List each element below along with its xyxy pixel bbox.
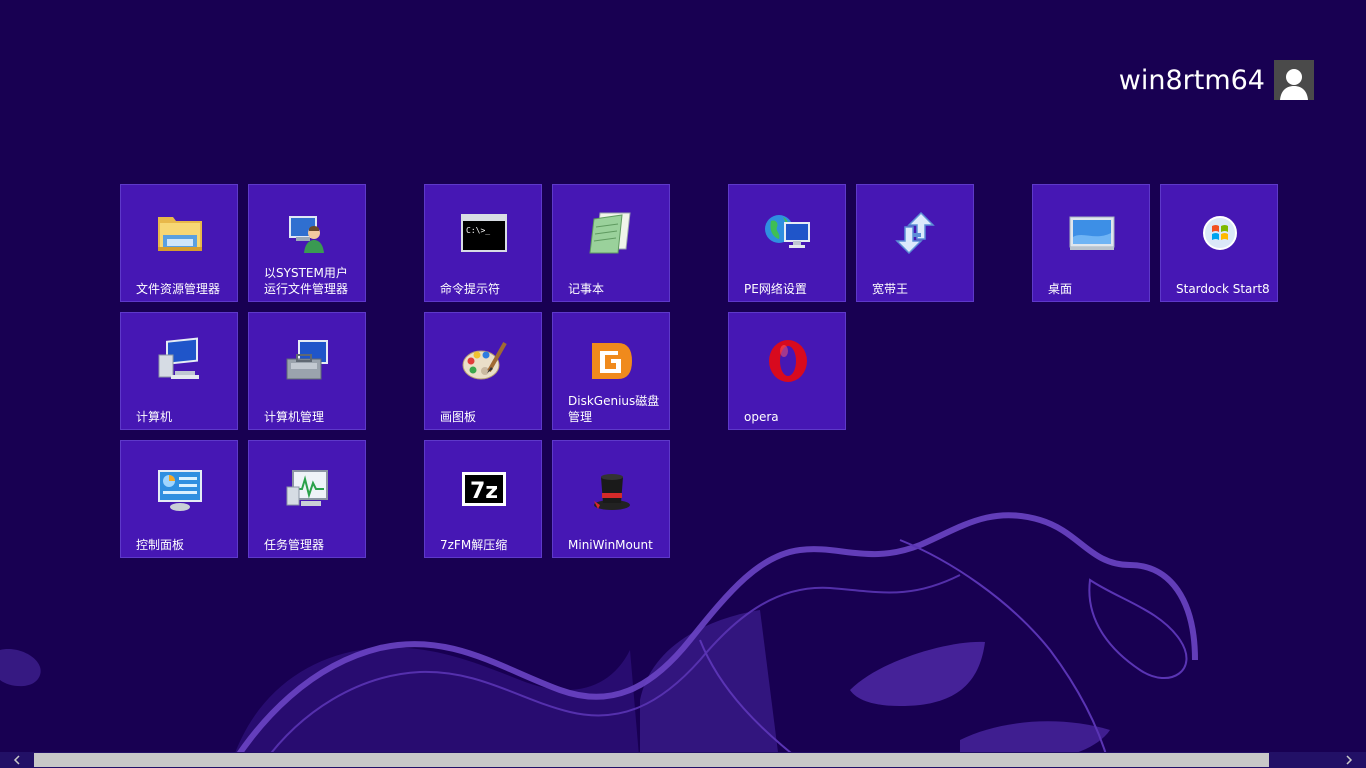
tile-paint[interactable]: 画图板: [424, 312, 542, 430]
7zip-icon: 7z: [457, 465, 511, 513]
7zip-logo-text: 7z: [470, 479, 498, 504]
tile-label: 以SYSTEM用户 运行文件管理器: [264, 266, 349, 296]
miniwinmount-icon: [585, 465, 639, 513]
tile-label: MiniWinMount: [568, 538, 653, 552]
chevron-left-icon: [13, 755, 20, 765]
tile-broadband[interactable]: 宽带王: [856, 184, 974, 302]
tile-label: PE网络设置: [744, 282, 807, 296]
tile-label: 7zFM解压缩: [440, 538, 508, 552]
tile-label: DiskGenius磁盘 管理: [568, 394, 660, 424]
chevron-right-icon: [1346, 755, 1353, 765]
tile-desktop[interactable]: 桌面: [1032, 184, 1150, 302]
tile-computer[interactable]: 计算机: [120, 312, 238, 430]
tile-stardock-start8[interactable]: Stardock Start8: [1160, 184, 1278, 302]
cmd-prompt-text: C:\>_: [466, 226, 490, 235]
control-panel-icon: [153, 465, 207, 513]
tile-system-file-manager[interactable]: 以SYSTEM用户 运行文件管理器: [248, 184, 366, 302]
tile-computer-management[interactable]: 计算机管理: [248, 312, 366, 430]
tile-label: 宽带王: [872, 282, 909, 296]
tile-label: 文件资源管理器: [136, 282, 221, 296]
tile-miniwinmount[interactable]: MiniWinMount: [552, 440, 670, 558]
tile-diskgenius[interactable]: DiskGenius磁盘 管理: [552, 312, 670, 430]
command-prompt-icon: C:\>_: [457, 209, 511, 257]
tile-label: 桌面: [1048, 282, 1073, 296]
tile-label: 计算机管理: [264, 410, 325, 424]
tile-7zfm[interactable]: 7z 7zFM解压缩: [424, 440, 542, 558]
tile-task-manager[interactable]: 任务管理器: [248, 440, 366, 558]
paint-icon: [457, 337, 511, 385]
tile-notepad[interactable]: 记事本: [552, 184, 670, 302]
user-avatar-icon: [1274, 60, 1314, 100]
user-name: win8rtm64: [1118, 64, 1265, 96]
tile-label: 记事本: [568, 282, 605, 296]
tile-label: 命令提示符: [440, 282, 501, 296]
tile-pe-network[interactable]: PE网络设置: [728, 184, 846, 302]
start-screen: win8rtm64 文件资源管理器 以SYSTEM用户 运行文件管理器 计算机 …: [0, 0, 1366, 768]
tile-label: 控制面板: [136, 538, 185, 552]
notepad-icon: [585, 209, 639, 257]
computer-management-icon: [281, 337, 335, 385]
scroll-left-button[interactable]: [0, 752, 34, 768]
scrollbar-thumb[interactable]: [34, 753, 1269, 767]
user-account[interactable]: win8rtm64: [1119, 60, 1314, 100]
tile-label: Stardock Start8: [1176, 282, 1270, 296]
start8-icon: [1193, 209, 1247, 257]
tile-label: opera: [744, 410, 779, 424]
tile-label: 计算机: [136, 410, 173, 424]
diskgenius-icon: [585, 337, 639, 385]
desktop-icon: [1065, 209, 1119, 257]
tile-opera[interactable]: opera: [728, 312, 846, 430]
scroll-right-button[interactable]: [1332, 752, 1366, 768]
broadband-icon: [889, 209, 943, 257]
opera-icon: [761, 337, 815, 385]
tile-control-panel[interactable]: 控制面板: [120, 440, 238, 558]
task-manager-icon: [281, 465, 335, 513]
tile-label: 任务管理器: [264, 538, 325, 552]
file-explorer-icon: [153, 209, 207, 257]
horizontal-scrollbar[interactable]: [0, 752, 1366, 768]
computer-icon: [153, 337, 207, 385]
network-settings-icon: [761, 209, 815, 257]
system-user-icon: [281, 209, 335, 257]
tile-file-explorer[interactable]: 文件资源管理器: [120, 184, 238, 302]
tile-command-prompt[interactable]: C:\>_ 命令提示符: [424, 184, 542, 302]
tile-label: 画图板: [440, 410, 477, 424]
